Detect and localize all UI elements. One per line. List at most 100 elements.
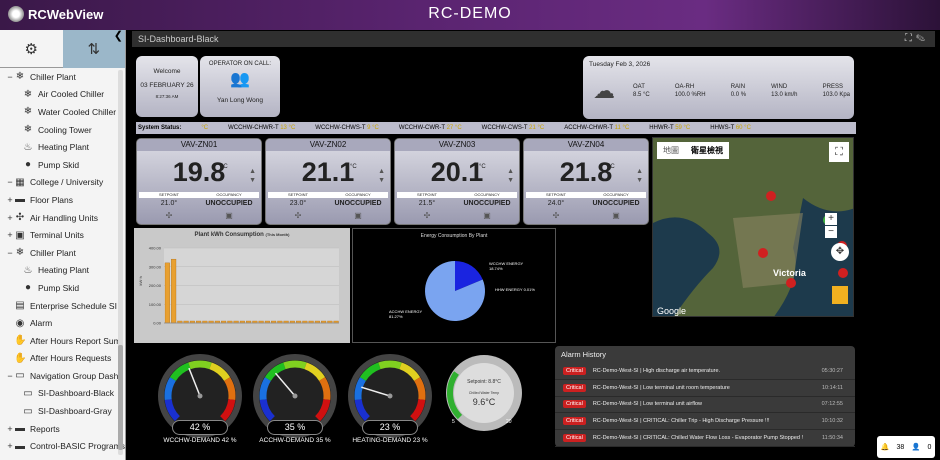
energy-chart: Energy Consumption By Plant WCCHW ENERGY… (352, 228, 556, 343)
temp-min: 5 (452, 419, 455, 425)
sidebar-item[interactable]: ✋ After Hours Report Sum (0, 332, 125, 350)
sidebar-item[interactable]: + ▬ Control-BASIC Programs (0, 437, 125, 455)
tree-toggle-icon[interactable]: − (6, 248, 14, 258)
tree-toggle-icon[interactable]: + (6, 441, 14, 451)
vav-card[interactable]: VAV-ZN01 19.8 °C ▲ ▼ SETPOINT OCCUPANCY 21.0° U… (136, 138, 262, 225)
vav-name: VAV-ZN02 (266, 139, 390, 151)
status-name: WCCHW-CWR-T (398, 125, 445, 131)
vav-name: VAV-ZN04 (524, 139, 648, 151)
collapse-sidebar-icon[interactable]: ❮ (114, 30, 123, 42)
map-pin-icon[interactable] (758, 248, 768, 258)
pie-label-name: HHW ENERGY 0.01% (495, 287, 535, 292)
program-icon: ▬ (15, 440, 25, 452)
demand-gauge: 42 % WCCHW-DEMAND 42 % (154, 353, 246, 449)
setpoint-arrows-icon[interactable]: ▲ ▼ (249, 167, 256, 185)
setpoint-header: SETPOINT (158, 192, 179, 197)
sidebar-item[interactable]: ✋ After Hours Requests (0, 350, 125, 368)
vav-occupancy: UNOCCUPIED (334, 200, 382, 207)
flame-icon: ♨ (23, 264, 33, 276)
tree-toggle-icon[interactable]: − (6, 371, 14, 381)
map-fullscreen-icon[interactable]: ⛶ (829, 142, 849, 162)
status-item: WCCHW-CWR-T 27 °C (399, 125, 462, 131)
status-name: HHWR-T (649, 125, 674, 131)
setpoint-arrows-icon[interactable]: ▲ ▼ (378, 167, 385, 185)
sidebar-item[interactable]: ● Pump Skid (0, 279, 125, 297)
sidebar-item[interactable]: ◉ Alarm (0, 314, 125, 332)
tree-toggle-icon[interactable]: + (6, 213, 14, 223)
occupancy-icon: ▣ (612, 211, 620, 220)
sidebar-item[interactable]: ❄ Water Cooled Chiller (0, 103, 125, 121)
sidebar-item-label: Air Cooled Chiller (38, 89, 105, 100)
status-item: HHWS-T 60 °C (710, 125, 751, 131)
sidebar-item[interactable]: ● Pump Skid (0, 156, 125, 174)
tree-toggle-icon[interactable]: + (6, 230, 14, 240)
user-icon[interactable]: 👤 (912, 443, 921, 451)
sidebar-item[interactable]: ▭ SI-Dashboard-Gray (0, 402, 125, 420)
kwh-chart-subtitle: (This Month) (265, 232, 290, 237)
tab-tree[interactable]: ⚙ (0, 30, 63, 68)
sidebar-item[interactable]: ▭ SI-Dashboard-Black (0, 385, 125, 403)
sidebar-item[interactable]: − ▭ Navigation Group Dashb (0, 367, 125, 385)
edit-icon[interactable]: ✎ (916, 33, 929, 44)
sidebar-item[interactable]: ▤ Enterprise Schedule SI (0, 297, 125, 315)
alarm-bell-icon[interactable]: 🔔 (881, 443, 890, 451)
map-pin-icon[interactable] (766, 191, 776, 201)
map-pin-icon[interactable] (838, 268, 848, 278)
sidebar-item[interactable]: ♨ Heating Plant (0, 138, 125, 156)
setpoint-arrows-icon[interactable]: ▲ ▼ (636, 167, 643, 185)
street-view-icon[interactable] (832, 286, 848, 304)
report-icon: ✋ (14, 335, 27, 347)
status-item: WCCHW-CHWS-T 9 °C (315, 125, 379, 131)
fan-icon: ✣ (552, 211, 560, 220)
request-icon: ✋ (14, 352, 27, 364)
tree-toggle-icon[interactable]: + (6, 195, 14, 205)
tab-map[interactable]: 地圖 (657, 142, 685, 159)
map-pan-icon[interactable]: ✥ (831, 243, 849, 261)
vav-card[interactable]: VAV-ZN02 21.1 °C ▲ ▼ SETPOINT OCCUPANCY 23.0° U… (265, 138, 391, 225)
tree-toggle-icon[interactable]: − (6, 72, 14, 82)
alarm-row[interactable]: Critical RC-Demo-West-SI | High discharge… (555, 363, 855, 380)
alarm-row[interactable]: Critical RC-Demo-West-SI | Low terminal u… (555, 397, 855, 414)
alarm-row[interactable]: Critical RC-Demo-West-SI | Low terminal u… (555, 380, 855, 397)
vav-card[interactable]: VAV-ZN03 20.1 °C ▲ ▼ SETPOINT OCCUPANCY 21.5° U… (394, 138, 520, 225)
gauge-value: 42 % (172, 420, 228, 435)
sidebar-scrollbar[interactable] (118, 70, 123, 455)
sidebar-item[interactable]: ♨ Heating Plant (0, 262, 125, 280)
vav-icons: ✣ ▣ (268, 211, 388, 220)
weather-card: Tuesday Feb 3, 2026 ☁ OAT 8.5 °C OA-RH 100.… (583, 56, 854, 119)
vav-icons: ✣ ▣ (397, 211, 517, 220)
alarm-row[interactable]: Critical RC-Demo-West-SI | CRITICAL: Chil… (555, 430, 855, 447)
chilled-water-temp-gauge: Setpoint: 8.8°C Chilled Water Temp 9.6°C… (438, 353, 530, 449)
tree-toggle-icon[interactable]: − (6, 177, 14, 187)
sidebar-item[interactable]: ❄ Air Cooled Chiller (0, 86, 125, 104)
alarm-count: 38 (896, 443, 905, 451)
zoom-out-icon[interactable]: − (825, 226, 837, 238)
alarm-row[interactable]: Critical RC-Demo-West-SI | CRITICAL: Chil… (555, 413, 855, 431)
sidebar-item[interactable]: − ❄ Chiller Plant (0, 68, 125, 86)
tab-satellite[interactable]: 衛星檢視 (685, 142, 729, 159)
zoom-in-icon[interactable]: + (825, 213, 837, 225)
scrollbar-thumb[interactable] (118, 345, 123, 450)
gauge-value: 23 % (362, 420, 418, 435)
sidebar-item[interactable]: + ▬ Floor Plans (0, 191, 125, 209)
setpoint-arrows-icon[interactable]: ▲ ▼ (507, 167, 514, 185)
sidebar-item[interactable]: + ✣ Air Handling Units (0, 209, 125, 227)
gauge-hub (387, 393, 393, 399)
sidebar-item-label: Air Handling Units (30, 212, 99, 223)
tree-toggle-icon[interactable]: + (6, 424, 14, 434)
vav-card[interactable]: VAV-ZN04 21.8 °C ▲ ▼ SETPOINT OCCUPANCY 24.0° U… (523, 138, 649, 225)
sidebar-item[interactable]: − ❄ Chiller Plant (0, 244, 125, 262)
fan-icon: ✣ (294, 211, 302, 220)
sidebar-item[interactable]: + ▬ Reports (0, 420, 125, 438)
sidebar-item[interactable]: + ▣ Terminal Units (0, 226, 125, 244)
sidebar-item[interactable]: − ▦ College / University (0, 174, 125, 192)
sidebar-item-label: Reports (30, 423, 60, 434)
vav-values: 21.5° UNOCCUPIED (397, 200, 517, 207)
sidebar-item[interactable]: ❄ Cooling Tower (0, 121, 125, 139)
sidebar-item-label: Control-BASIC Programs (30, 441, 125, 452)
alarm-history: Alarm History Critical RC-Demo-West-SI | … (555, 346, 855, 447)
vav-name: VAV-ZN01 (137, 139, 261, 151)
map-view[interactable]: 地圖 衛星檢視 ⛶ Victoria Google ✥ − + (652, 137, 854, 317)
map-pin-icon[interactable] (786, 278, 796, 288)
fullscreen-icon[interactable]: ⛶ (905, 33, 916, 44)
